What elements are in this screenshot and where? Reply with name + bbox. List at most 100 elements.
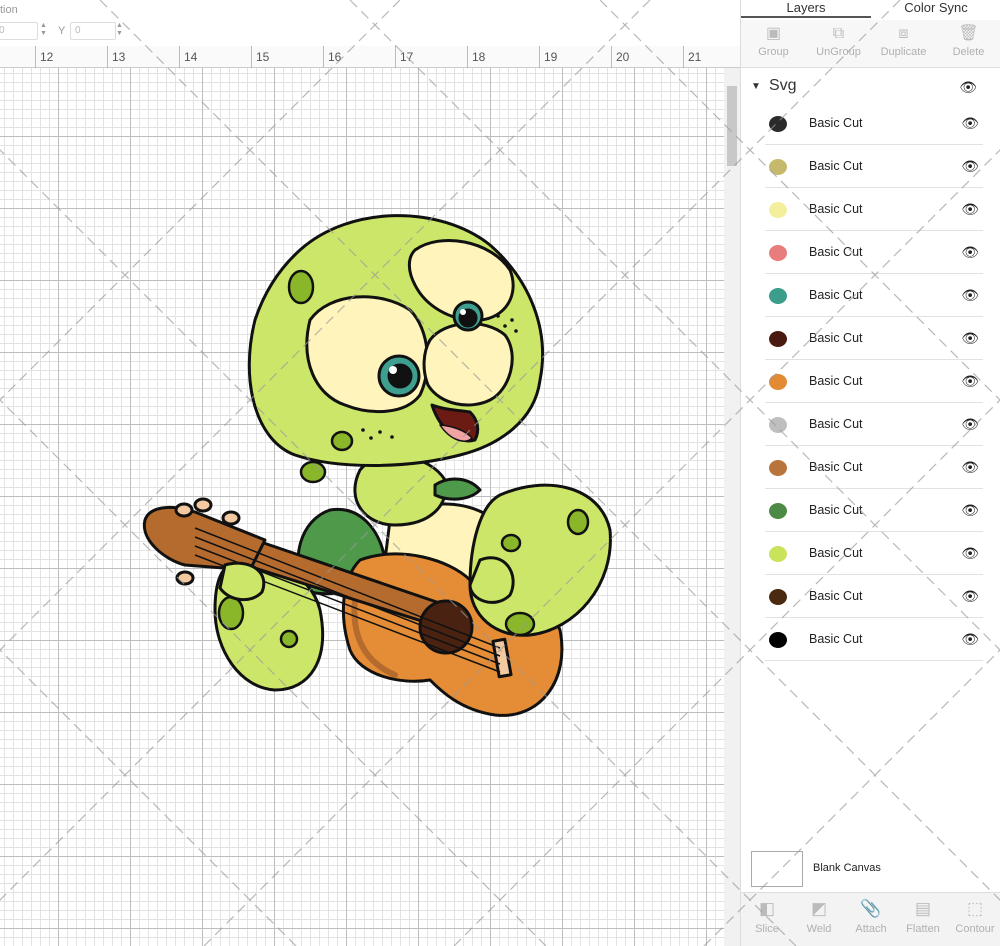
attach-button[interactable]: 📎 Attach bbox=[845, 893, 897, 946]
delete-label: Delete bbox=[952, 46, 985, 58]
scrollbar-thumb[interactable] bbox=[727, 86, 737, 166]
x-position-input[interactable]: 0 bbox=[0, 22, 38, 40]
layer-thumbnail-shape bbox=[769, 589, 787, 605]
y-position-input[interactable]: 0 bbox=[70, 22, 116, 40]
ruler-tick bbox=[539, 46, 540, 68]
layer-row[interactable]: Basic Cut 👁 bbox=[765, 360, 983, 403]
tab-layers[interactable]: Layers bbox=[741, 0, 871, 18]
blank-canvas-swatch[interactable] bbox=[751, 851, 803, 887]
slice-button[interactable]: ◧ Slice bbox=[741, 893, 793, 946]
delete-icon: 🗑 bbox=[958, 25, 979, 42]
delete-button[interactable]: 🗑 Delete bbox=[936, 20, 1000, 67]
ungroup-button[interactable]: ⧉ UnGroup bbox=[806, 20, 871, 67]
eye-icon[interactable]: 👁 bbox=[961, 459, 979, 476]
layer-row[interactable]: Basic Cut 👁 bbox=[765, 145, 983, 188]
eye-icon[interactable]: 👁 bbox=[961, 330, 979, 347]
layer-row[interactable]: Basic Cut 👁 bbox=[765, 403, 983, 446]
eye-icon[interactable]: 👁 bbox=[961, 115, 979, 132]
ruler-number: 15 bbox=[256, 50, 270, 64]
layer-thumbnail-shape bbox=[769, 546, 787, 562]
ruler-tick bbox=[107, 46, 108, 68]
x-stepper-icon[interactable]: ▲ ▼ bbox=[40, 22, 47, 38]
ruler-number: 19 bbox=[544, 50, 558, 64]
eye-icon[interactable]: 👁 bbox=[961, 244, 979, 261]
bottom-toolbar: ◧ Slice ◩ Weld 📎 Attach ▤ Flatten ⬚ Cont… bbox=[741, 892, 1000, 946]
layer-row[interactable]: Basic Cut 👁 bbox=[765, 446, 983, 489]
position-label: tion bbox=[0, 4, 18, 16]
layer-name: Basic Cut bbox=[809, 632, 863, 646]
layer-thumbnail-shape bbox=[769, 503, 787, 519]
tab-color-sync[interactable]: Color Sync bbox=[871, 0, 1000, 18]
ungroup-label: UnGroup bbox=[816, 46, 861, 58]
group-button[interactable]: ▣ Group bbox=[741, 20, 806, 67]
layer-row[interactable]: Basic Cut 👁 bbox=[765, 188, 983, 231]
ruler-number: 12 bbox=[40, 50, 54, 64]
layer-row[interactable]: Basic Cut 👁 bbox=[765, 317, 983, 360]
ruler-tick bbox=[35, 46, 36, 68]
eye-icon[interactable]: 👁 bbox=[961, 287, 979, 304]
layer-thumbnail-shape bbox=[769, 460, 787, 476]
ruler-number: 20 bbox=[616, 50, 630, 64]
layer-name: Basic Cut bbox=[809, 374, 863, 388]
layer-thumbnail-shape bbox=[769, 331, 787, 347]
ruler-number: 16 bbox=[328, 50, 342, 64]
layer-thumbnail bbox=[769, 413, 797, 437]
ruler-tick bbox=[251, 46, 252, 68]
weld-button[interactable]: ◩ Weld bbox=[793, 893, 845, 946]
eye-icon[interactable]: 👁 bbox=[961, 158, 979, 175]
eye-icon[interactable]: 👁 bbox=[961, 416, 979, 433]
eye-icon[interactable]: 👁 bbox=[961, 631, 979, 648]
layer-thumbnail bbox=[769, 241, 797, 265]
layer-thumbnail-shape bbox=[769, 116, 787, 132]
layer-name: Basic Cut bbox=[809, 245, 863, 259]
ruler-tick bbox=[611, 46, 612, 68]
chevron-down-icon[interactable]: ▼ bbox=[751, 81, 761, 92]
layer-thumbnail-shape bbox=[769, 374, 787, 390]
ruler-tick bbox=[467, 46, 468, 68]
panel-tabs: Layers Color Sync bbox=[741, 0, 1000, 18]
layer-row[interactable]: Basic Cut 👁 bbox=[765, 102, 983, 145]
slice-label: Slice bbox=[755, 923, 779, 935]
flatten-label: Flatten bbox=[906, 923, 940, 935]
contour-button[interactable]: ⬚ Contour bbox=[949, 893, 1000, 946]
layer-thumbnail bbox=[769, 327, 797, 351]
layer-row[interactable]: Basic Cut 👁 bbox=[765, 532, 983, 575]
eye-icon[interactable]: 👁 bbox=[961, 545, 979, 562]
layer-thumbnail-shape bbox=[769, 159, 787, 175]
eye-icon[interactable]: 👁 bbox=[961, 373, 979, 390]
ruler-number: 14 bbox=[184, 50, 198, 64]
duplicate-label: Duplicate bbox=[880, 46, 927, 58]
layer-name: Basic Cut bbox=[809, 288, 863, 302]
blank-canvas-row[interactable]: Blank Canvas bbox=[751, 851, 991, 887]
layer-row[interactable]: Basic Cut 👁 bbox=[765, 489, 983, 532]
layer-group-svg[interactable]: ▼ Svg 👁 bbox=[747, 74, 987, 102]
eye-icon[interactable]: 👁 bbox=[961, 502, 979, 519]
duplicate-button[interactable]: ⧈ Duplicate bbox=[871, 20, 936, 67]
design-canvas[interactable] bbox=[0, 68, 724, 946]
eye-icon[interactable]: 👁 bbox=[959, 79, 977, 96]
layer-row[interactable]: Basic Cut 👁 bbox=[765, 575, 983, 618]
layer-row[interactable]: Basic Cut 👁 bbox=[765, 231, 983, 274]
layer-name: Basic Cut bbox=[809, 202, 863, 216]
y-label: Y bbox=[58, 25, 66, 37]
weld-label: Weld bbox=[806, 923, 832, 935]
layer-thumbnail bbox=[769, 198, 797, 222]
layer-row[interactable]: Basic Cut 👁 bbox=[765, 274, 983, 317]
layer-name: Basic Cut bbox=[809, 417, 863, 431]
eye-icon[interactable]: 👁 bbox=[961, 201, 979, 218]
layer-thumbnail-shape bbox=[769, 245, 787, 261]
contour-label: Contour bbox=[955, 923, 995, 935]
flatten-icon: ▤ bbox=[914, 899, 932, 918]
flatten-button[interactable]: ▤ Flatten bbox=[897, 893, 949, 946]
position-bar: tion 0 ▲ ▼ Y 0 ▲ ▼ bbox=[0, 0, 740, 46]
y-stepper-icon[interactable]: ▲ ▼ bbox=[116, 22, 123, 38]
layer-row[interactable]: Basic Cut 👁 bbox=[765, 618, 983, 661]
layer-name: Basic Cut bbox=[809, 159, 863, 173]
turtle-ukulele-design[interactable] bbox=[0, 68, 724, 946]
layer-list: Basic Cut 👁 Basic Cut 👁 Basic Cut 👁 Basic Cut 👁… bbox=[765, 102, 983, 661]
layer-thumbnail bbox=[769, 456, 797, 480]
canvas-vertical-scrollbar[interactable] bbox=[724, 68, 740, 946]
layer-thumbnail bbox=[769, 370, 797, 394]
eye-icon[interactable]: 👁 bbox=[961, 588, 979, 605]
layer-thumbnail bbox=[769, 542, 797, 566]
